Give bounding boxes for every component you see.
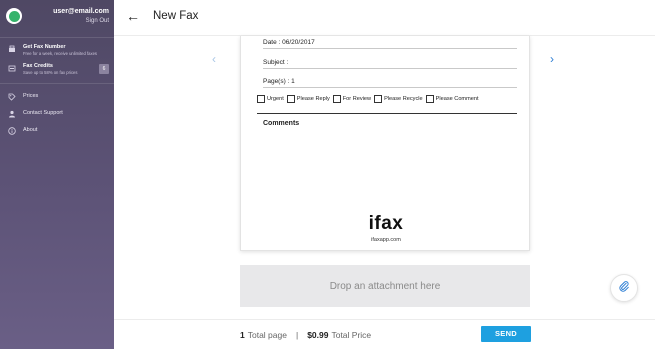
send-button[interactable]: SEND: [481, 326, 531, 342]
checkbox-label: For Review: [342, 96, 372, 102]
sidebar-item-subtitle: Save up to 58% on fax prices: [23, 70, 78, 75]
sidebar-item-label: Prices: [23, 93, 39, 99]
previous-page-icon[interactable]: ‹: [212, 52, 216, 66]
sidebar-item-fax-credits[interactable]: Fax Credits Save up to 58% on fax prices…: [0, 63, 114, 76]
credits-icon: [8, 64, 16, 72]
page-title: New Fax: [153, 10, 199, 22]
sidebar-item-title: Get Fax Number: [23, 44, 66, 50]
next-page-icon[interactable]: ›: [550, 52, 554, 66]
checkbox-box: [425, 95, 434, 103]
paperclip-icon: [618, 279, 630, 297]
sign-out-link[interactable]: Sign Out: [86, 18, 109, 24]
person-icon: [8, 110, 16, 118]
page-count: 1: [240, 330, 245, 340]
cover-subject: Subject :: [263, 59, 517, 69]
cover-checkbox-row: Urgent Please Reply For Review Please Re…: [257, 95, 482, 103]
attachment-drop-zone[interactable]: Drop an attachment here: [240, 265, 530, 307]
sidebar-item-title: Fax Credits: [23, 63, 53, 69]
fax-cover-page: Date : 06/20/2017 Subject : Page(s) : 1 …: [240, 36, 530, 251]
sidebar-item-about[interactable]: About: [0, 126, 114, 135]
cover-comments-heading: Comments: [263, 120, 300, 127]
sidebar-item-subtitle: Free for a week, receive unlimited faxes: [23, 51, 98, 56]
page-count-label: Total page: [247, 330, 287, 340]
cover-pages: Page(s) : 1: [263, 78, 517, 88]
checkbox-label: Please Comment: [435, 96, 479, 102]
checkbox-urgent: Urgent: [257, 95, 284, 103]
checkbox-please-comment: Please Comment: [425, 95, 479, 103]
footer-summary: 1 Total page | $0.99 Total Price: [240, 330, 371, 340]
attach-file-button[interactable]: [610, 274, 638, 302]
sidebar-item-label: Contact Support: [23, 110, 63, 116]
credits-badge: 6: [99, 64, 109, 74]
info-icon: [8, 127, 16, 135]
total-price-label: Total Price: [331, 330, 372, 340]
checkbox-please-recycle: Please Recycle: [374, 95, 423, 103]
checkbox-label: Urgent: [267, 96, 284, 102]
sidebar-item-contact-support[interactable]: Contact Support: [0, 109, 114, 118]
checkbox-label: Please Reply: [296, 96, 330, 102]
checkbox-box: [286, 95, 295, 103]
footer-divider: [114, 319, 655, 320]
sidebar-divider: [0, 83, 114, 84]
user-email: user@email.com: [53, 8, 109, 15]
sidebar-item-prices[interactable]: Prices: [0, 92, 114, 101]
tag-icon: [8, 93, 16, 101]
checkbox-please-reply: Please Reply: [286, 95, 330, 103]
footer-separator: |: [295, 330, 299, 340]
cover-date: Date : 06/20/2017: [263, 39, 517, 49]
sidebar: user@email.com Sign Out Get Fax Number F…: [0, 0, 114, 349]
checkbox-label: Please Recycle: [384, 96, 423, 102]
ifax-logo: ifax: [368, 213, 404, 234]
back-arrow-icon[interactable]: ←: [126, 8, 140, 24]
checkbox-box: [332, 95, 341, 103]
cover-divider: [257, 113, 517, 114]
checkbox-box: [257, 95, 265, 103]
sidebar-item-label: About: [23, 127, 38, 133]
fax-machine-icon: [8, 45, 16, 53]
checkbox-box: [374, 95, 383, 103]
app-logo-icon: [6, 8, 22, 24]
total-price: $0.99: [307, 330, 329, 340]
ifax-logo-url: ifaxapp.com: [371, 237, 401, 243]
sidebar-divider: [0, 37, 114, 38]
sidebar-item-get-fax-number[interactable]: Get Fax Number Free for a week, receive …: [0, 44, 114, 57]
checkbox-for-review: For Review: [332, 95, 372, 103]
